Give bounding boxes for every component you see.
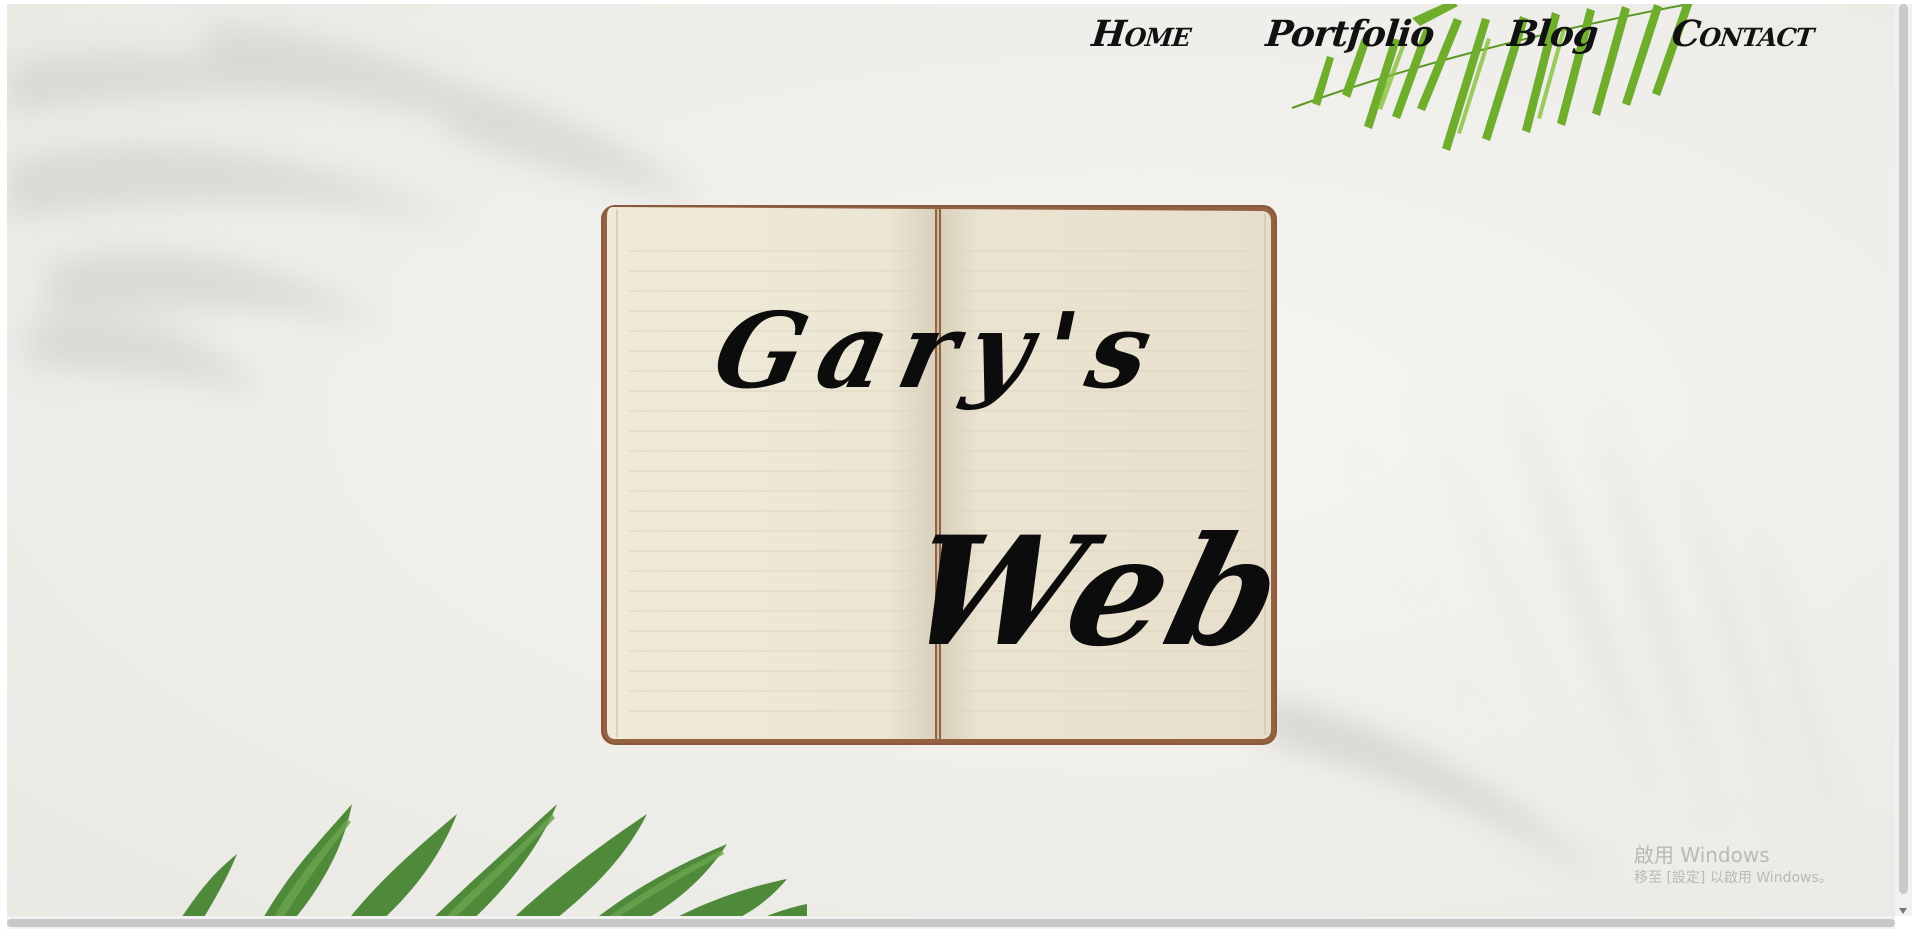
- vertical-scrollbar[interactable]: [1895, 4, 1912, 916]
- nav-link-home[interactable]: Home: [1090, 13, 1193, 55]
- logo-line-2: Web: [890, 504, 1303, 680]
- watermark-title: 啟用 Windows: [1634, 843, 1770, 867]
- nav-link-blog[interactable]: Blog: [1506, 13, 1600, 55]
- palm-shadow-right: [1267, 374, 1847, 884]
- main-nav: Home Portfolio Blog Contact: [1090, 8, 1816, 60]
- horizontal-scrollbar-thumb[interactable]: [7, 919, 1895, 927]
- logo-line-1: Gary's: [703, 289, 1176, 412]
- windows-activation-watermark: 啟用 Windows 移至 [設定] 以啟用 Windows。: [1634, 842, 1833, 888]
- nav-link-portfolio[interactable]: Portfolio: [1263, 13, 1435, 55]
- palm-leaf-bottom: [182, 804, 807, 916]
- horizontal-scrollbar[interactable]: [7, 916, 1895, 929]
- nav-link-contact[interactable]: Contact: [1670, 13, 1816, 55]
- scroll-down-arrow-icon[interactable]: [1899, 908, 1907, 914]
- vertical-scrollbar-thumb[interactable]: [1899, 4, 1908, 894]
- header: Home Portfolio Blog Contact: [7, 4, 1895, 60]
- page-viewport: Gary's Web Home Portfolio Blog Contact 啟…: [7, 4, 1895, 916]
- page-gutter: [0, 0, 7, 929]
- watermark-subtitle: 移至 [設定] 以啟用 Windows。: [1634, 870, 1833, 886]
